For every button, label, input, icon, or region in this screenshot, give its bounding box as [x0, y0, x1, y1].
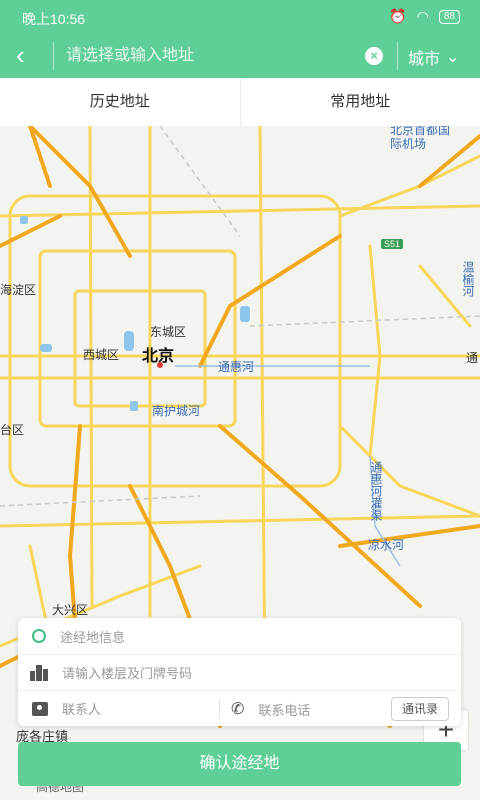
- wifi-icon: ◠: [416, 8, 429, 24]
- city-label: 城市: [408, 51, 441, 68]
- battery-icon: 88: [438, 9, 460, 24]
- waypoint-row[interactable]: 途经地信息: [18, 618, 461, 654]
- clear-icon[interactable]: ×: [365, 47, 383, 65]
- status-bar: 晚上10:56 ⏰ ◠ 88: [0, 0, 480, 34]
- waypoint-input[interactable]: 途经地信息: [60, 627, 125, 646]
- map-label-daxing: 大兴区: [52, 603, 89, 617]
- map-label-liangshui: 凉水河: [368, 538, 405, 552]
- map-label-tong: 通: [466, 351, 479, 365]
- phone-input[interactable]: 联系电话: [258, 700, 310, 719]
- floor-input[interactable]: 请输入楼层及门牌号码: [62, 663, 192, 682]
- contact-icon: [32, 701, 48, 716]
- status-time: 晚上10:56: [22, 11, 86, 27]
- waypoint-circle-icon: [32, 629, 46, 643]
- divider: [397, 42, 398, 70]
- map-label-tonghuihe: 通惠河: [218, 360, 255, 374]
- map-label-xicheng: 西城区: [83, 348, 120, 362]
- map-label-beijing: 北京: [142, 348, 175, 365]
- map-label-fengtai: 台区: [0, 423, 25, 437]
- confirm-waypoint-button[interactable]: 确认途经地: [18, 742, 461, 786]
- contact-row: 联系人 ✆ 联系电话 通讯录: [18, 690, 461, 726]
- building-icon: [30, 664, 48, 681]
- phone-icon: ✆: [231, 701, 245, 718]
- city-selector[interactable]: 城市 ⌄: [408, 45, 459, 69]
- back-icon[interactable]: ‹: [16, 42, 40, 70]
- address-tabs: 历史地址 常用地址: [0, 78, 480, 126]
- map-label-tonghui-guanqu: 通惠河灌渠: [369, 461, 383, 521]
- alarm-icon: ⏰: [389, 8, 407, 24]
- tab-favorites[interactable]: 常用地址: [239, 78, 480, 126]
- road-badge-s51: S51: [381, 239, 404, 249]
- map-label-dongcheng: 东城区: [150, 325, 187, 339]
- phone-group[interactable]: ✆ 联系电话: [231, 691, 310, 727]
- contacts-button[interactable]: 通讯录: [390, 697, 449, 721]
- divider: [53, 42, 54, 70]
- map-label-haidian: 海淀区: [0, 283, 37, 297]
- chevron-down-icon: ⌄: [446, 49, 460, 66]
- map-label-nanhucheng: 南护城河: [152, 404, 201, 418]
- waypoint-card: 途经地信息 请输入楼层及门牌号码 联系人 ✆ 联系电话 通讯录: [18, 618, 461, 726]
- divider: [219, 699, 220, 719]
- contact-name-input[interactable]: 联系人: [62, 699, 101, 718]
- status-icons: ⏰ ◠ 88: [389, 8, 460, 25]
- map-label-wenyu: 温榆河: [461, 261, 475, 297]
- address-search-input[interactable]: [58, 40, 358, 72]
- map-label-airport: 北京首都国际机场: [390, 126, 451, 151]
- floor-row[interactable]: 请输入楼层及门牌号码: [18, 654, 461, 690]
- search-bar: ‹ × 城市 ⌄: [0, 34, 480, 78]
- tab-history[interactable]: 历史地址: [0, 78, 240, 126]
